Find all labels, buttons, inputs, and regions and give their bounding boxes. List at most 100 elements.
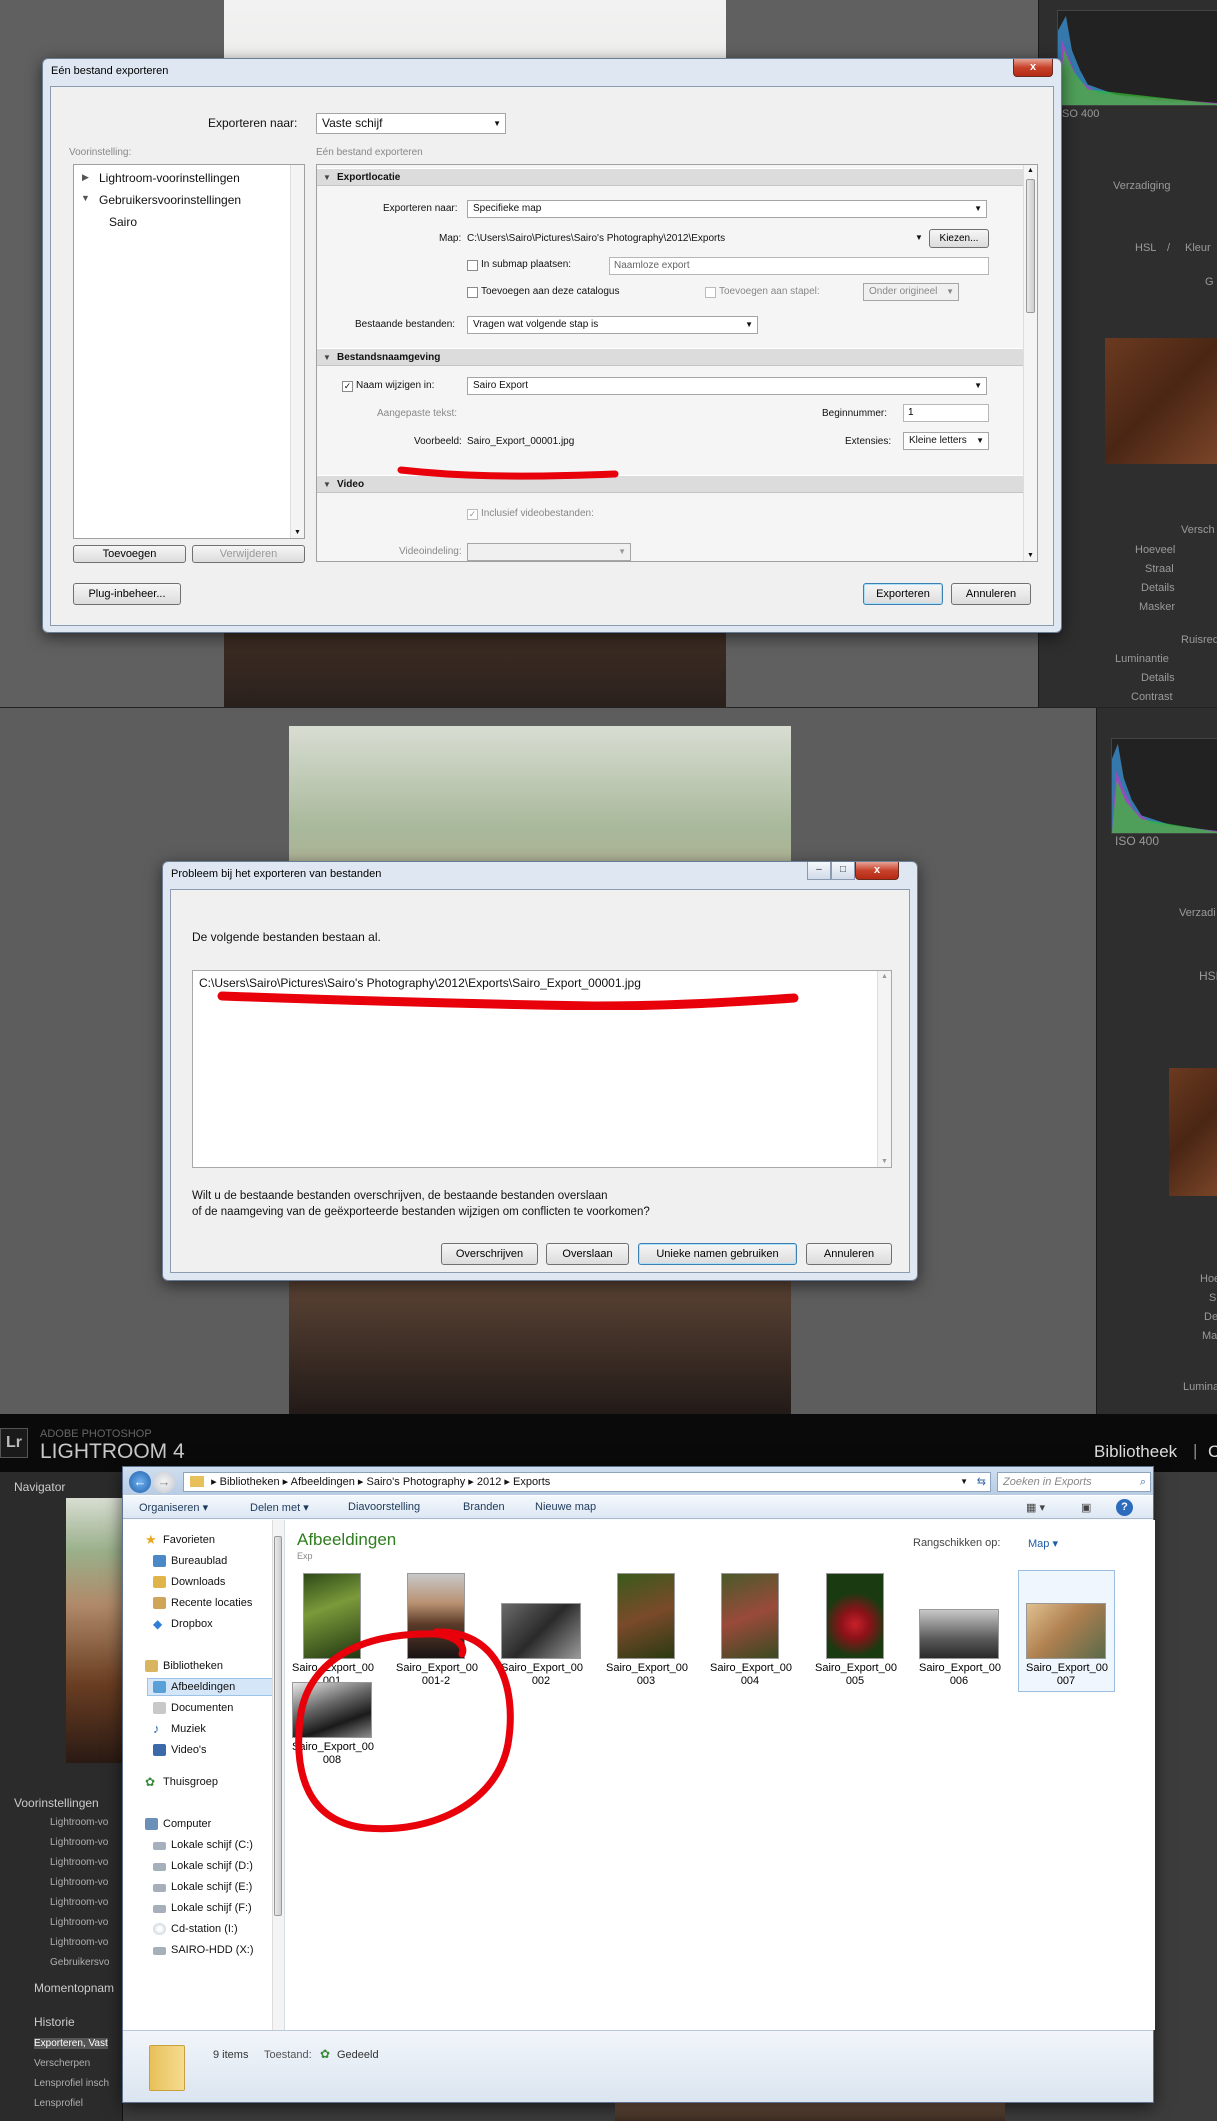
minimize-button[interactable]: – — [807, 862, 831, 880]
extensions-select[interactable]: Kleine letters ▼ — [903, 432, 989, 450]
preview-pane-icon[interactable]: ▣ — [1081, 1501, 1091, 1514]
library-item[interactable]: Documenten — [171, 1702, 233, 1714]
breadcrumb-item[interactable]: 2012 — [477, 1476, 501, 1488]
settings-scrollbar[interactable]: ▲ ▼ — [1023, 165, 1037, 561]
preset-item[interactable]: Lightroom-vo — [50, 1837, 108, 1848]
add-stack-checkbox[interactable] — [705, 287, 716, 298]
navigator-header[interactable]: Navigator — [14, 1480, 65, 1494]
preset-item[interactable]: Lightroom-vo — [50, 1917, 108, 1928]
favorite-item[interactable]: Downloads — [171, 1576, 225, 1588]
hsl-tab[interactable]: HSL — [1135, 242, 1156, 254]
preset-item[interactable]: Lightroom-vo — [50, 1857, 108, 1868]
location-export-to-select[interactable]: Specifieke map ▼ — [467, 200, 987, 218]
skip-button[interactable]: Overslaan — [546, 1243, 629, 1265]
file-thumbnail[interactable]: Sairo_Export_00 006 — [919, 1573, 1001, 1688]
organize-menu[interactable]: Organiseren ▾ — [139, 1501, 208, 1514]
section-export-location[interactable]: Exportlocatie — [317, 168, 1023, 186]
file-thumbnail[interactable]: Sairo_Export_00 001-2 — [396, 1573, 478, 1688]
burn-button[interactable]: Branden — [463, 1501, 505, 1513]
favorites-header[interactable]: Favorieten — [163, 1534, 215, 1546]
file-thumbnail[interactable]: Sairo_Export_00 002 — [501, 1573, 583, 1688]
computer-header[interactable]: Computer — [163, 1818, 211, 1830]
help-icon[interactable]: ? — [1116, 1499, 1133, 1516]
preset-item[interactable]: Lightroom-vo — [50, 1937, 108, 1948]
drive-item[interactable]: Lokale schijf (E:) — [171, 1881, 252, 1893]
history-item[interactable]: Lensprofiel — [34, 2098, 83, 2109]
subfolder-checkbox[interactable] — [467, 260, 478, 271]
file-thumbnail[interactable]: Sairo_Export_00 008 — [292, 1682, 374, 1767]
export-button[interactable]: Exporteren — [863, 583, 943, 605]
arrange-select[interactable]: Map ▾ — [1028, 1537, 1058, 1550]
close-button[interactable]: x — [1013, 59, 1053, 77]
file-list-scrollbar[interactable]: ▲ ▼ — [877, 971, 891, 1167]
folder-dropdown-icon[interactable]: ▼ — [915, 233, 923, 242]
preset-item[interactable]: Gebruikersvo — [50, 1957, 109, 1968]
new-folder-button[interactable]: Nieuwe map — [535, 1501, 596, 1513]
add-catalog-checkbox[interactable] — [467, 287, 478, 298]
drive-item[interactable]: SAIRO-HDD (X:) — [171, 1944, 254, 1956]
history-item[interactable]: Verscherpen — [34, 2058, 90, 2069]
favorite-item[interactable]: Dropbox — [171, 1618, 213, 1630]
chevron-down-icon[interactable]: ▼ — [960, 1473, 968, 1491]
nav-pane-scrollbar[interactable] — [272, 1520, 284, 2030]
drive-item[interactable]: Lokale schijf (D:) — [171, 1860, 253, 1872]
library-item[interactable]: Video's — [171, 1744, 207, 1756]
drive-item[interactable]: Lokale schijf (C:) — [171, 1839, 253, 1851]
favorite-item[interactable]: Recente locaties — [171, 1597, 252, 1609]
scroll-thumb[interactable] — [1026, 179, 1035, 313]
preset-expander[interactable]: ▶ — [82, 172, 89, 183]
plugin-manager-button[interactable]: Plug-inbeheer... — [73, 583, 181, 605]
file-thumbnail[interactable]: Sairo_Export_00 007 — [1026, 1573, 1108, 1688]
breadcrumb-item[interactable]: Sairo's Photography — [367, 1476, 466, 1488]
drive-item[interactable]: Lokale schijf (F:) — [171, 1902, 252, 1914]
library-item-pictures[interactable]: Afbeeldingen — [171, 1681, 235, 1693]
use-unique-names-button[interactable]: Unieke namen gebruiken — [638, 1243, 797, 1265]
preset-scrollbar[interactable]: ▼ — [290, 165, 304, 538]
snapshots-header[interactable]: Momentopnam — [34, 1981, 114, 1995]
preset-item-sairo[interactable]: Sairo — [109, 215, 137, 229]
maximize-button[interactable]: □ — [831, 862, 855, 880]
rename-checkbox[interactable]: ✓ — [342, 381, 353, 392]
breadcrumb-item[interactable]: Afbeeldingen — [291, 1476, 355, 1488]
module-library[interactable]: Bibliotheek — [1094, 1442, 1177, 1462]
file-thumbnail[interactable]: Sairo_Export_00 005 — [815, 1573, 897, 1688]
presets-header[interactable]: Voorinstellingen — [14, 1796, 99, 1810]
preset-item[interactable]: Lightroom-vo — [50, 1817, 108, 1828]
libraries-header[interactable]: Bibliotheken — [163, 1660, 223, 1672]
history-item[interactable]: Lensprofiel insch — [34, 2078, 109, 2089]
module-next[interactable]: C — [1208, 1442, 1217, 1462]
include-video-checkbox[interactable]: ✓ — [467, 509, 478, 520]
preset-group-lightroom[interactable]: Lightroom-voorinstellingen — [99, 171, 240, 185]
start-number-input[interactable]: 1 — [903, 404, 989, 422]
slideshow-button[interactable]: Diavoorstelling — [348, 1501, 420, 1513]
choose-folder-button[interactable]: Kiezen... — [929, 229, 989, 248]
existing-files-select[interactable]: Vragen wat volgende stap is ▼ — [467, 316, 758, 334]
view-options-icon[interactable]: ▦ ▾ — [1026, 1501, 1045, 1514]
section-video[interactable]: Video — [317, 475, 1023, 493]
refresh-icon[interactable]: ⇆ — [977, 1473, 986, 1491]
export-to-select[interactable]: Vaste schijf ▼ — [316, 113, 506, 134]
remove-preset-button[interactable]: Verwijderen — [192, 545, 305, 563]
homegroup-item[interactable]: Thuisgroep — [163, 1776, 218, 1788]
back-button[interactable]: ← — [129, 1471, 151, 1493]
close-button[interactable]: x — [855, 862, 899, 880]
history-header[interactable]: Historie — [34, 2015, 75, 2029]
subfolder-input[interactable]: Naamloze export — [609, 257, 989, 275]
history-item[interactable]: Exporteren, Vast — [34, 2038, 108, 2049]
address-bar[interactable]: ▸ Bibliotheken ▸ Afbeeldingen ▸ Sairo's … — [183, 1472, 991, 1492]
gray-tab[interactable]: G — [1205, 276, 1214, 288]
preset-group-user[interactable]: Gebruikersvoorinstellingen — [99, 193, 241, 207]
breadcrumb-item[interactable]: Exports — [513, 1476, 550, 1488]
search-input[interactable]: Zoeken in Exports ⌕ — [997, 1472, 1151, 1492]
section-file-naming[interactable]: Bestandsnaamgeving — [317, 348, 1023, 366]
forward-button[interactable]: → — [153, 1471, 175, 1493]
preset-expander[interactable]: ▼ — [81, 193, 90, 203]
cancel-button[interactable]: Annuleren — [806, 1243, 892, 1265]
file-thumbnail[interactable]: Sairo_Export_00 004 — [710, 1573, 792, 1688]
preset-item[interactable]: Lightroom-vo — [50, 1897, 108, 1908]
video-format-select[interactable]: ▼ — [467, 543, 631, 561]
stack-select[interactable]: Onder origineel ▼ — [863, 283, 959, 301]
scroll-thumb[interactable] — [274, 1536, 282, 1916]
breadcrumb-item[interactable]: Bibliotheken — [220, 1476, 280, 1488]
conflicting-file-path[interactable]: C:\Users\Sairo\Pictures\Sairo's Photogra… — [199, 976, 641, 990]
